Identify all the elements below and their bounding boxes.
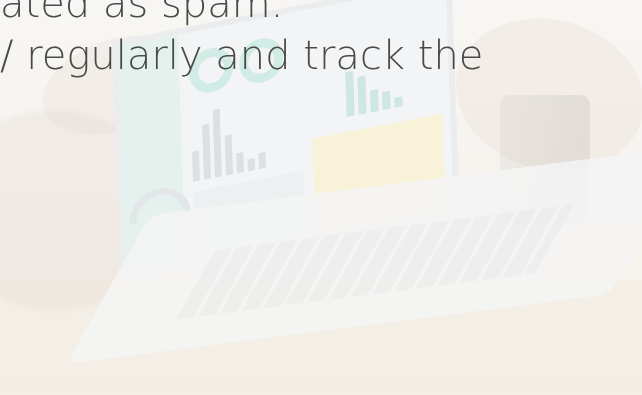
caption-text: ated as spam. / regularly and track the [0, 0, 483, 82]
caption-line-1: ated as spam. [0, 0, 284, 27]
caption-line-2: / regularly and track the [0, 33, 484, 79]
